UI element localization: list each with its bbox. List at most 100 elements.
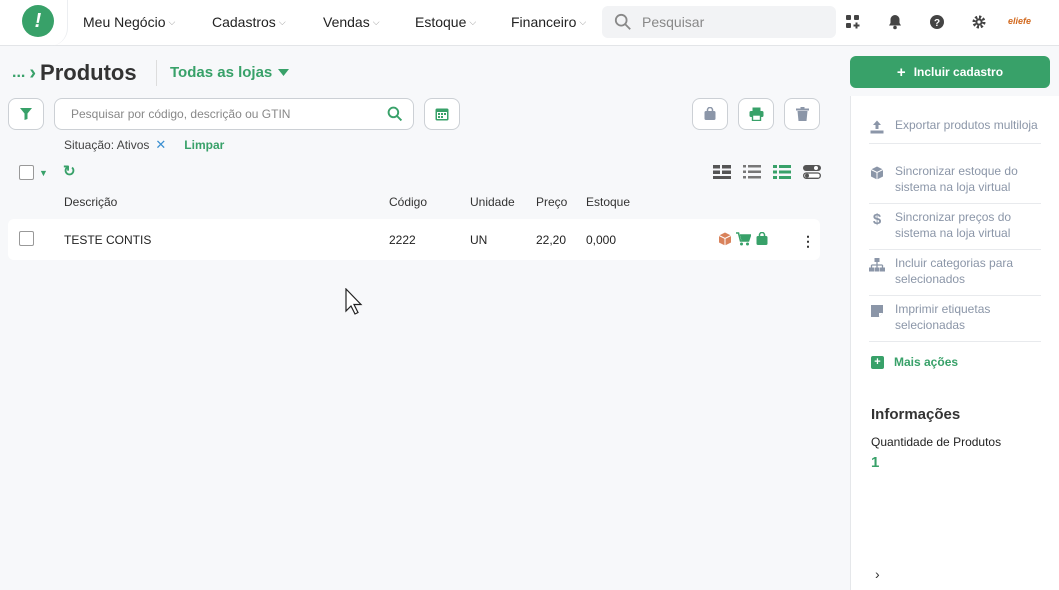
filter-icon — [20, 108, 32, 120]
logo-area: ! — [0, 0, 68, 46]
bell-icon[interactable] — [886, 13, 904, 31]
actions-panel: Exportar produtos multiloja Sincronizar … — [850, 96, 1059, 590]
toggle-view-icon[interactable] — [803, 165, 821, 179]
product-count-label: Quantidade de Produtos — [871, 435, 1002, 449]
action-export-multiloja[interactable]: Exportar produtos multiloja — [869, 117, 1041, 144]
help-icon[interactable]: ? — [928, 13, 946, 31]
compact-view-icon[interactable] — [713, 165, 731, 179]
cell-preco: 22,20 — [536, 233, 567, 247]
plus-square-icon: + — [871, 355, 884, 369]
cell-descricao: TESTE CONTIS — [64, 233, 152, 247]
column-header-preco[interactable]: Preço — [536, 195, 567, 209]
column-header-estoque[interactable]: Estoque — [586, 195, 630, 209]
action-label: Imprimir etiquetas selecionadas — [895, 302, 991, 332]
page-title: Produtos — [40, 60, 137, 85]
chevron-down-icon: ⌵ — [579, 16, 587, 27]
info-title: Informações — [871, 406, 961, 423]
action-label: Exportar produtos multiloja — [895, 118, 1038, 132]
breadcrumb: ... › Produtos — [12, 60, 137, 86]
package-icon[interactable] — [718, 232, 732, 246]
date-filter-button[interactable] — [424, 98, 460, 130]
label-icon — [869, 303, 885, 319]
more-actions-button[interactable]: + Mais ações — [871, 355, 958, 369]
nav-label: Vendas — [323, 14, 370, 30]
cell-unidade: UN — [470, 233, 488, 247]
chevron-right-icon[interactable]: › — [875, 566, 880, 582]
add-product-label: Incluir cadastro — [913, 65, 1004, 79]
row-menu-icon[interactable]: ⋮ — [801, 233, 815, 250]
header-divider — [156, 60, 157, 86]
delete-button[interactable] — [784, 98, 820, 130]
print-button[interactable] — [738, 98, 774, 130]
nav-label: Estoque — [415, 14, 467, 30]
printer-icon — [749, 107, 763, 121]
cell-codigo: 2222 — [389, 233, 416, 247]
global-search-input[interactable] — [642, 14, 822, 30]
nav-vendas[interactable]: Vendas ⌵ — [323, 14, 380, 30]
detailed-list-view-icon[interactable] — [773, 165, 791, 179]
filter-button[interactable] — [8, 98, 44, 130]
list-view-icon[interactable] — [743, 165, 761, 179]
action-label: Sincronizar preços do sistema na loja vi… — [895, 210, 1012, 240]
plus-icon: + — [896, 63, 906, 81]
chevron-right-icon: › — [29, 61, 37, 84]
action-sync-prices[interactable]: $ Sincronizar preços do sistema na loja … — [869, 209, 1041, 250]
cart-icon[interactable] — [736, 232, 751, 246]
column-header-descricao[interactable]: Descrição — [64, 195, 117, 209]
action-label: Sincronizar estoque do sistema na loja v… — [895, 164, 1018, 194]
apps-icon[interactable] — [844, 13, 862, 31]
store-selector[interactable]: Todas as lojas — [170, 64, 290, 81]
dollar-icon: $ — [872, 210, 882, 228]
view-mode-switcher — [713, 165, 821, 179]
select-all-checkbox[interactable] — [19, 165, 34, 180]
bag-button[interactable] — [692, 98, 728, 130]
upload-icon — [869, 119, 885, 135]
hierarchy-icon — [869, 257, 885, 273]
calendar-icon — [435, 108, 449, 121]
product-count-value: 1 — [871, 454, 880, 471]
row-checkbox[interactable] — [19, 231, 34, 246]
refresh-icon[interactable]: ↻ — [63, 162, 76, 180]
brand-logo[interactable]: eliefe — [1008, 16, 1031, 26]
nav-estoque[interactable]: Estoque ⌵ — [415, 14, 476, 30]
select-menu-caret-icon[interactable]: ▼ — [39, 168, 48, 178]
nav-cadastros[interactable]: Cadastros ⌵ — [212, 14, 286, 30]
box-icon — [869, 165, 885, 181]
chevron-down-icon: ⌵ — [469, 16, 477, 27]
search-icon[interactable] — [387, 106, 403, 122]
global-search[interactable] — [602, 6, 836, 38]
clear-filters-link[interactable]: Limpar — [184, 138, 224, 152]
nav-financeiro[interactable]: Financeiro ⌵ — [511, 14, 586, 30]
svg-text:?: ? — [934, 18, 940, 29]
cell-estoque: 0,000 — [586, 233, 617, 247]
trash-icon — [795, 107, 809, 121]
caret-down-icon — [278, 68, 290, 76]
action-add-categories[interactable]: Incluir categorias para selecionados — [869, 255, 1041, 296]
product-search-input[interactable] — [71, 107, 387, 121]
gear-icon[interactable] — [970, 13, 988, 31]
more-actions-label: Mais ações — [894, 355, 959, 369]
active-filters: Situação: Ativos ✕ Limpar — [64, 137, 224, 153]
add-product-button[interactable]: + Incluir cadastro — [850, 56, 1050, 88]
app-logo[interactable]: ! — [22, 5, 54, 37]
action-label: Incluir categorias para selecionados — [895, 256, 1014, 286]
column-header-unidade[interactable]: Unidade — [470, 195, 515, 209]
column-header-codigo[interactable]: Código — [389, 195, 427, 209]
shopping-bag-icon[interactable] — [755, 232, 769, 246]
nav-meu-negocio[interactable]: Meu Negócio ⌵ — [83, 14, 175, 30]
mouse-cursor-icon — [345, 288, 363, 315]
shopping-bag-icon — [704, 107, 716, 120]
product-search[interactable] — [54, 98, 414, 130]
chevron-down-icon: ⌵ — [278, 16, 286, 27]
breadcrumb-dots[interactable]: ... — [12, 64, 25, 82]
top-bar: ! Meu Negócio ⌵ Cadastros ⌵ Vendas ⌵ Estoqu… — [0, 0, 1059, 46]
nav-label: Cadastros — [212, 14, 276, 30]
nav-label: Financeiro — [511, 14, 577, 30]
close-icon[interactable]: ✕ — [155, 137, 166, 153]
nav-label: Meu Negócio — [83, 14, 166, 30]
action-print-labels[interactable]: Imprimir etiquetas selecionadas — [869, 301, 1041, 342]
table-row[interactable]: TESTE CONTIS 2222 UN 22,20 0,000 ⋮ — [8, 219, 820, 260]
action-sync-stock[interactable]: Sincronizar estoque do sistema na loja v… — [869, 163, 1041, 204]
filter-situacao: Situação: Ativos — [64, 138, 150, 152]
chevron-down-icon: ⌵ — [168, 16, 176, 27]
